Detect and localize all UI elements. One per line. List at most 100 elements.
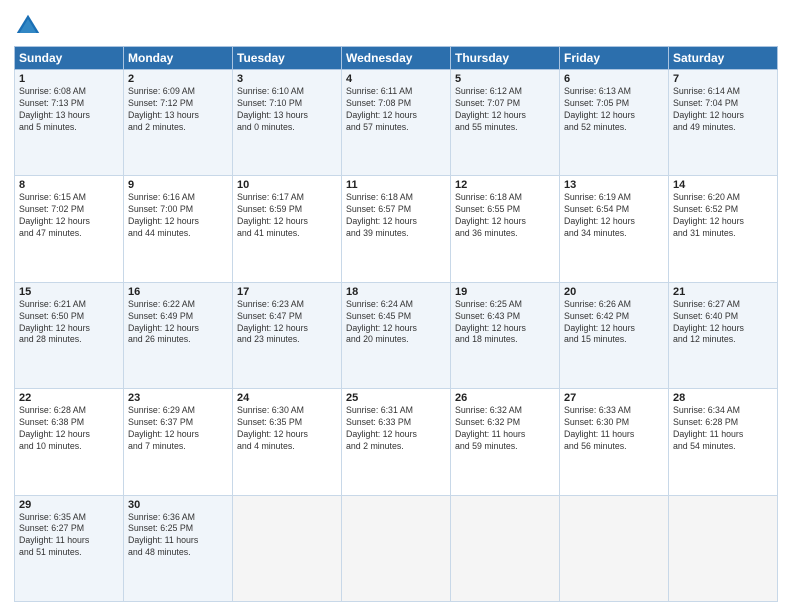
calendar-cell: 27Sunrise: 6:33 AM Sunset: 6:30 PM Dayli… (560, 389, 669, 495)
calendar-cell: 21Sunrise: 6:27 AM Sunset: 6:40 PM Dayli… (669, 282, 778, 388)
calendar-cell: 11Sunrise: 6:18 AM Sunset: 6:57 PM Dayli… (342, 176, 451, 282)
day-number: 26 (455, 392, 555, 404)
calendar-cell: 6Sunrise: 6:13 AM Sunset: 7:05 PM Daylig… (560, 70, 669, 176)
day-info: Sunrise: 6:31 AM Sunset: 6:33 PM Dayligh… (346, 405, 446, 453)
calendar-cell: 26Sunrise: 6:32 AM Sunset: 6:32 PM Dayli… (451, 389, 560, 495)
day-number: 22 (19, 392, 119, 404)
day-info: Sunrise: 6:22 AM Sunset: 6:49 PM Dayligh… (128, 299, 228, 347)
day-info: Sunrise: 6:20 AM Sunset: 6:52 PM Dayligh… (673, 192, 773, 240)
calendar-cell: 5Sunrise: 6:12 AM Sunset: 7:07 PM Daylig… (451, 70, 560, 176)
day-number: 6 (564, 73, 664, 85)
calendar-cell: 9Sunrise: 6:16 AM Sunset: 7:00 PM Daylig… (124, 176, 233, 282)
weekday-header-saturday: Saturday (669, 47, 778, 70)
day-info: Sunrise: 6:18 AM Sunset: 6:55 PM Dayligh… (455, 192, 555, 240)
calendar-cell: 30Sunrise: 6:36 AM Sunset: 6:25 PM Dayli… (124, 495, 233, 601)
calendar-cell: 17Sunrise: 6:23 AM Sunset: 6:47 PM Dayli… (233, 282, 342, 388)
calendar-cell (342, 495, 451, 601)
weekday-header-monday: Monday (124, 47, 233, 70)
day-number: 3 (237, 73, 337, 85)
day-info: Sunrise: 6:12 AM Sunset: 7:07 PM Dayligh… (455, 86, 555, 134)
day-info: Sunrise: 6:18 AM Sunset: 6:57 PM Dayligh… (346, 192, 446, 240)
calendar-cell: 14Sunrise: 6:20 AM Sunset: 6:52 PM Dayli… (669, 176, 778, 282)
calendar-cell: 15Sunrise: 6:21 AM Sunset: 6:50 PM Dayli… (15, 282, 124, 388)
day-info: Sunrise: 6:17 AM Sunset: 6:59 PM Dayligh… (237, 192, 337, 240)
weekday-header-tuesday: Tuesday (233, 47, 342, 70)
day-info: Sunrise: 6:32 AM Sunset: 6:32 PM Dayligh… (455, 405, 555, 453)
day-info: Sunrise: 6:28 AM Sunset: 6:38 PM Dayligh… (19, 405, 119, 453)
calendar-cell (669, 495, 778, 601)
day-info: Sunrise: 6:23 AM Sunset: 6:47 PM Dayligh… (237, 299, 337, 347)
calendar-cell: 29Sunrise: 6:35 AM Sunset: 6:27 PM Dayli… (15, 495, 124, 601)
day-info: Sunrise: 6:30 AM Sunset: 6:35 PM Dayligh… (237, 405, 337, 453)
header (14, 12, 778, 40)
day-info: Sunrise: 6:10 AM Sunset: 7:10 PM Dayligh… (237, 86, 337, 134)
day-number: 25 (346, 392, 446, 404)
calendar-cell: 12Sunrise: 6:18 AM Sunset: 6:55 PM Dayli… (451, 176, 560, 282)
day-number: 5 (455, 73, 555, 85)
day-info: Sunrise: 6:09 AM Sunset: 7:12 PM Dayligh… (128, 86, 228, 134)
day-info: Sunrise: 6:19 AM Sunset: 6:54 PM Dayligh… (564, 192, 664, 240)
day-number: 10 (237, 179, 337, 191)
day-info: Sunrise: 6:08 AM Sunset: 7:13 PM Dayligh… (19, 86, 119, 134)
day-info: Sunrise: 6:24 AM Sunset: 6:45 PM Dayligh… (346, 299, 446, 347)
day-info: Sunrise: 6:15 AM Sunset: 7:02 PM Dayligh… (19, 192, 119, 240)
day-info: Sunrise: 6:36 AM Sunset: 6:25 PM Dayligh… (128, 512, 228, 560)
calendar-cell: 18Sunrise: 6:24 AM Sunset: 6:45 PM Dayli… (342, 282, 451, 388)
day-info: Sunrise: 6:21 AM Sunset: 6:50 PM Dayligh… (19, 299, 119, 347)
day-info: Sunrise: 6:13 AM Sunset: 7:05 PM Dayligh… (564, 86, 664, 134)
calendar-cell: 7Sunrise: 6:14 AM Sunset: 7:04 PM Daylig… (669, 70, 778, 176)
day-number: 14 (673, 179, 773, 191)
day-number: 4 (346, 73, 446, 85)
day-info: Sunrise: 6:26 AM Sunset: 6:42 PM Dayligh… (564, 299, 664, 347)
calendar-cell: 4Sunrise: 6:11 AM Sunset: 7:08 PM Daylig… (342, 70, 451, 176)
day-info: Sunrise: 6:33 AM Sunset: 6:30 PM Dayligh… (564, 405, 664, 453)
day-number: 7 (673, 73, 773, 85)
day-info: Sunrise: 6:29 AM Sunset: 6:37 PM Dayligh… (128, 405, 228, 453)
logo (14, 12, 46, 40)
calendar-cell: 2Sunrise: 6:09 AM Sunset: 7:12 PM Daylig… (124, 70, 233, 176)
calendar-cell: 13Sunrise: 6:19 AM Sunset: 6:54 PM Dayli… (560, 176, 669, 282)
calendar-cell: 10Sunrise: 6:17 AM Sunset: 6:59 PM Dayli… (233, 176, 342, 282)
day-info: Sunrise: 6:35 AM Sunset: 6:27 PM Dayligh… (19, 512, 119, 560)
day-number: 12 (455, 179, 555, 191)
calendar-cell: 19Sunrise: 6:25 AM Sunset: 6:43 PM Dayli… (451, 282, 560, 388)
day-number: 28 (673, 392, 773, 404)
day-number: 18 (346, 286, 446, 298)
calendar-cell (451, 495, 560, 601)
day-info: Sunrise: 6:34 AM Sunset: 6:28 PM Dayligh… (673, 405, 773, 453)
weekday-header-thursday: Thursday (451, 47, 560, 70)
day-number: 24 (237, 392, 337, 404)
day-info: Sunrise: 6:14 AM Sunset: 7:04 PM Dayligh… (673, 86, 773, 134)
logo-icon (14, 12, 42, 40)
day-number: 19 (455, 286, 555, 298)
calendar-cell (560, 495, 669, 601)
weekday-header-wednesday: Wednesday (342, 47, 451, 70)
day-number: 1 (19, 73, 119, 85)
day-number: 8 (19, 179, 119, 191)
calendar-cell: 8Sunrise: 6:15 AM Sunset: 7:02 PM Daylig… (15, 176, 124, 282)
day-number: 17 (237, 286, 337, 298)
calendar-cell: 1Sunrise: 6:08 AM Sunset: 7:13 PM Daylig… (15, 70, 124, 176)
calendar-cell: 23Sunrise: 6:29 AM Sunset: 6:37 PM Dayli… (124, 389, 233, 495)
day-number: 20 (564, 286, 664, 298)
day-number: 27 (564, 392, 664, 404)
calendar-cell: 25Sunrise: 6:31 AM Sunset: 6:33 PM Dayli… (342, 389, 451, 495)
day-number: 16 (128, 286, 228, 298)
calendar-cell: 3Sunrise: 6:10 AM Sunset: 7:10 PM Daylig… (233, 70, 342, 176)
day-number: 15 (19, 286, 119, 298)
calendar-cell: 28Sunrise: 6:34 AM Sunset: 6:28 PM Dayli… (669, 389, 778, 495)
day-info: Sunrise: 6:27 AM Sunset: 6:40 PM Dayligh… (673, 299, 773, 347)
calendar-cell: 24Sunrise: 6:30 AM Sunset: 6:35 PM Dayli… (233, 389, 342, 495)
day-number: 21 (673, 286, 773, 298)
calendar-cell: 16Sunrise: 6:22 AM Sunset: 6:49 PM Dayli… (124, 282, 233, 388)
day-info: Sunrise: 6:25 AM Sunset: 6:43 PM Dayligh… (455, 299, 555, 347)
day-number: 9 (128, 179, 228, 191)
day-number: 23 (128, 392, 228, 404)
day-number: 2 (128, 73, 228, 85)
calendar: SundayMondayTuesdayWednesdayThursdayFrid… (14, 46, 778, 602)
day-number: 30 (128, 499, 228, 511)
weekday-header-friday: Friday (560, 47, 669, 70)
day-info: Sunrise: 6:16 AM Sunset: 7:00 PM Dayligh… (128, 192, 228, 240)
calendar-cell (233, 495, 342, 601)
weekday-header-sunday: Sunday (15, 47, 124, 70)
